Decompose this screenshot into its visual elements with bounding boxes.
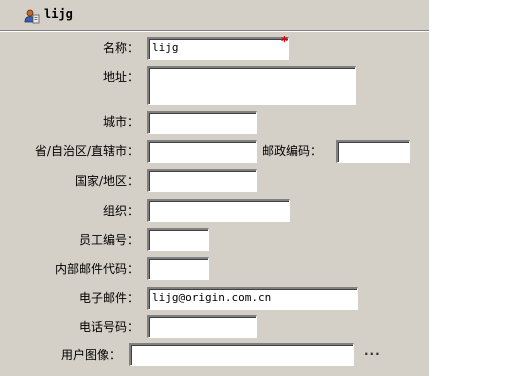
phone-field[interactable] xyxy=(147,315,257,338)
required-indicator: * xyxy=(281,35,288,50)
organization-field[interactable] xyxy=(147,199,290,222)
browse-image-button[interactable]: ... xyxy=(364,344,381,358)
user-image-field[interactable] xyxy=(129,343,354,366)
panel-title: lijg xyxy=(44,7,73,21)
postal-code-label: 邮政编码： xyxy=(262,144,323,158)
city-field[interactable] xyxy=(147,111,257,134)
employee-number-label: 员工编号： xyxy=(78,233,139,247)
name-field[interactable]: lijg xyxy=(147,37,289,60)
properties-panel: lijg 名称： lijg * 地址： 城市： 省/自治区/直辖市： 邮政编码：… xyxy=(0,0,429,376)
user-properties-icon xyxy=(24,9,40,24)
name-label: 名称： xyxy=(102,41,139,55)
postal-code-field[interactable] xyxy=(336,140,410,163)
user-image-label: 用户图像： xyxy=(60,348,121,362)
country-label: 国家/地区： xyxy=(74,174,139,188)
province-field[interactable] xyxy=(147,140,257,163)
phone-label: 电话号码： xyxy=(78,320,139,334)
title-bar: lijg xyxy=(0,0,429,31)
province-label: 省/自治区/直辖市： xyxy=(34,144,139,158)
email-field[interactable]: lijg@origin.com.cn xyxy=(147,287,358,310)
organization-label: 组织： xyxy=(102,204,139,218)
internal-mail-code-field[interactable] xyxy=(147,257,209,280)
internal-mail-code-label: 内部邮件代码： xyxy=(54,262,139,276)
employee-number-field[interactable] xyxy=(147,228,209,251)
country-field[interactable] xyxy=(147,169,257,192)
email-label: 电子邮件： xyxy=(78,291,139,305)
address-field[interactable] xyxy=(147,66,356,105)
address-label: 地址： xyxy=(102,70,139,84)
city-label: 城市： xyxy=(102,115,139,129)
